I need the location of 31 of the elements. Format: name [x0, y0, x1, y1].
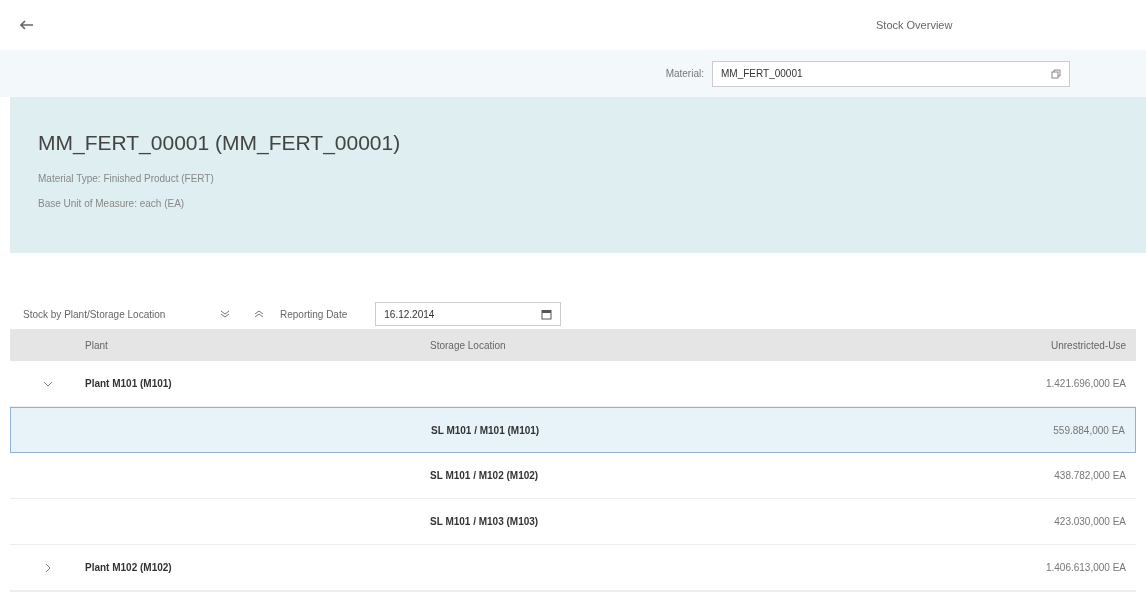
- column-header: Storage Location: [430, 338, 507, 353]
- table-cell: Plant M102 (M102): [85, 562, 172, 573]
- table-row[interactable]: Plant M102 (M102) 1.406.613,000 EA: [10, 545, 1136, 591]
- object-title: MM_FERT_00001 (MM_FERT_00001): [38, 130, 402, 157]
- table-cell: SL M101 / M101 (M101): [431, 424, 540, 436]
- material-input[interactable]: MM_FERT_00001: [712, 60, 1070, 87]
- calendar-icon[interactable]: [541, 308, 553, 320]
- table-cell-text: 1.406.613,000 EA: [1045, 561, 1126, 575]
- selected-row[interactable]: SL M101 / M101 (M101) 559.884,000 EA: [10, 407, 1136, 453]
- expand-all-icon[interactable]: [254, 309, 264, 319]
- column-header: Unrestricted-Use: [1050, 338, 1126, 353]
- back-arrow-icon[interactable]: [20, 20, 34, 30]
- table-row[interactable]: SL M101 / M102 (M102) 438.782,000 EA: [10, 453, 1136, 499]
- table-cell-text: 1.421.696,000 EA: [1045, 377, 1126, 391]
- table-cell-text: 559.884,000 EA: [1053, 423, 1125, 438]
- attribute-text: Material Type: Finished Product (FERT): [38, 171, 215, 186]
- date-picker[interactable]: 16.12.2014: [375, 302, 562, 326]
- table-title: Stock by Plant/Storage Location: [23, 307, 167, 322]
- material-label: Material:: [665, 67, 704, 81]
- table-cell: SL M101 / M103 (M103): [430, 516, 539, 527]
- table-cell: SL M101 / M102 (M102): [430, 470, 539, 481]
- reporting-date-label: Reporting Date: [280, 307, 348, 322]
- collapse-all-icon[interactable]: [220, 309, 230, 319]
- column-header: Plant: [85, 338, 109, 353]
- value-help-icon[interactable]: [1051, 68, 1061, 79]
- page-title: Stock Overview: [876, 17, 954, 33]
- table-row[interactable]: SL M101 / M103 (M103) 423.030,000 EA: [10, 499, 1136, 545]
- table-cell: Plant M101 (M101): [85, 378, 172, 389]
- table-cell-text: 423.030,000 EA: [1054, 515, 1126, 529]
- attribute-text: Base Unit of Measure: each (EA): [38, 196, 186, 211]
- table-cell-text: 438.782,000 EA: [1054, 469, 1126, 483]
